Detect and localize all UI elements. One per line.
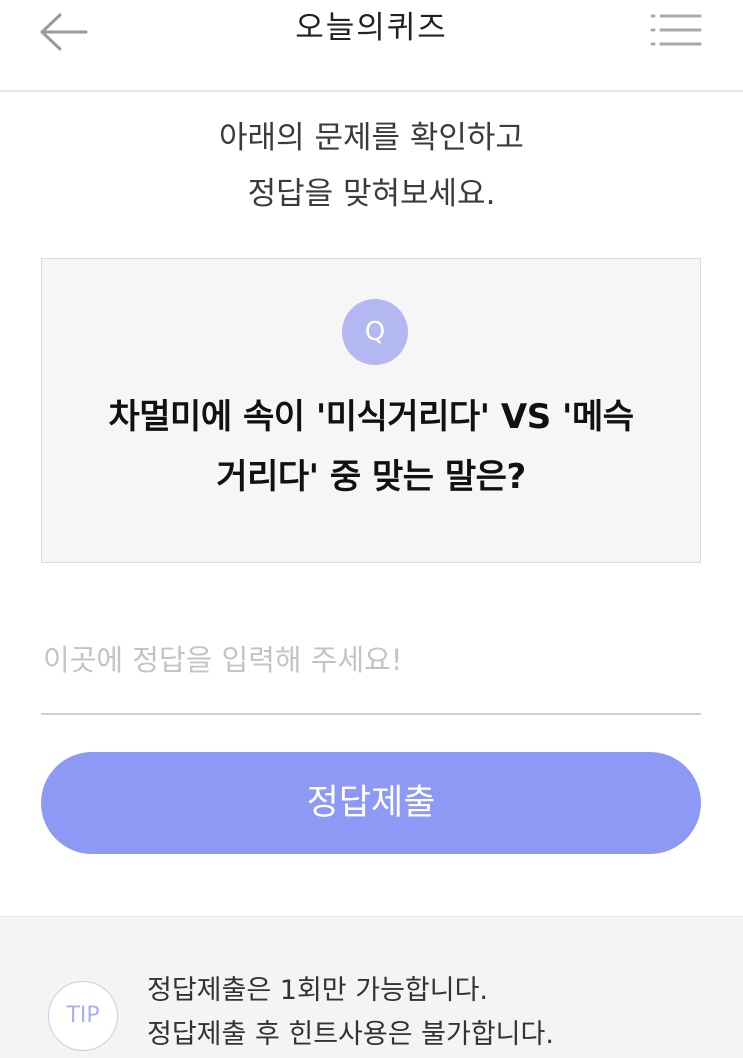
menu-button[interactable] — [648, 12, 704, 48]
question-line-1: 차멀미에 속이 '미식거리다' VS '메슥 — [108, 397, 634, 437]
question-line-2: 거리다' 중 맞는 말은? — [216, 457, 526, 497]
intro-line-1: 아래의 문제를 확인하고 — [219, 120, 524, 156]
app-header: 오늘의퀴즈 — [0, 0, 743, 92]
intro-text: 아래의 문제를 확인하고 정답을 맞혀보세요. — [0, 110, 743, 222]
tip-line-2: 정답제출 후 힌트사용은 불가합니다. — [147, 1019, 554, 1050]
question-badge: Q — [342, 299, 408, 365]
answer-input[interactable] — [41, 620, 701, 700]
tip-line-1: 정답제출은 1회만 가능합니다. — [147, 975, 489, 1006]
answer-field-wrapper — [41, 620, 701, 715]
tip-section: TIP 정답제출은 1회만 가능합니다. 정답제출 후 힌트사용은 불가합니다. — [0, 916, 743, 1058]
page-title: 오늘의퀴즈 — [295, 10, 448, 46]
intro-line-2: 정답을 맞혀보세요. — [247, 176, 496, 212]
tip-badge: TIP — [48, 981, 118, 1051]
question-card: Q 차멀미에 속이 '미식거리다' VS '메슥 거리다' 중 맞는 말은? — [41, 258, 701, 563]
menu-icon — [650, 14, 702, 46]
tip-text: 정답제출은 1회만 가능합니다. 정답제출 후 힌트사용은 불가합니다. — [147, 969, 554, 1057]
question-text: 차멀미에 속이 '미식거리다' VS '메슥 거리다' 중 맞는 말은? — [72, 387, 670, 507]
submit-answer-button[interactable]: 정답제출 — [41, 752, 701, 854]
